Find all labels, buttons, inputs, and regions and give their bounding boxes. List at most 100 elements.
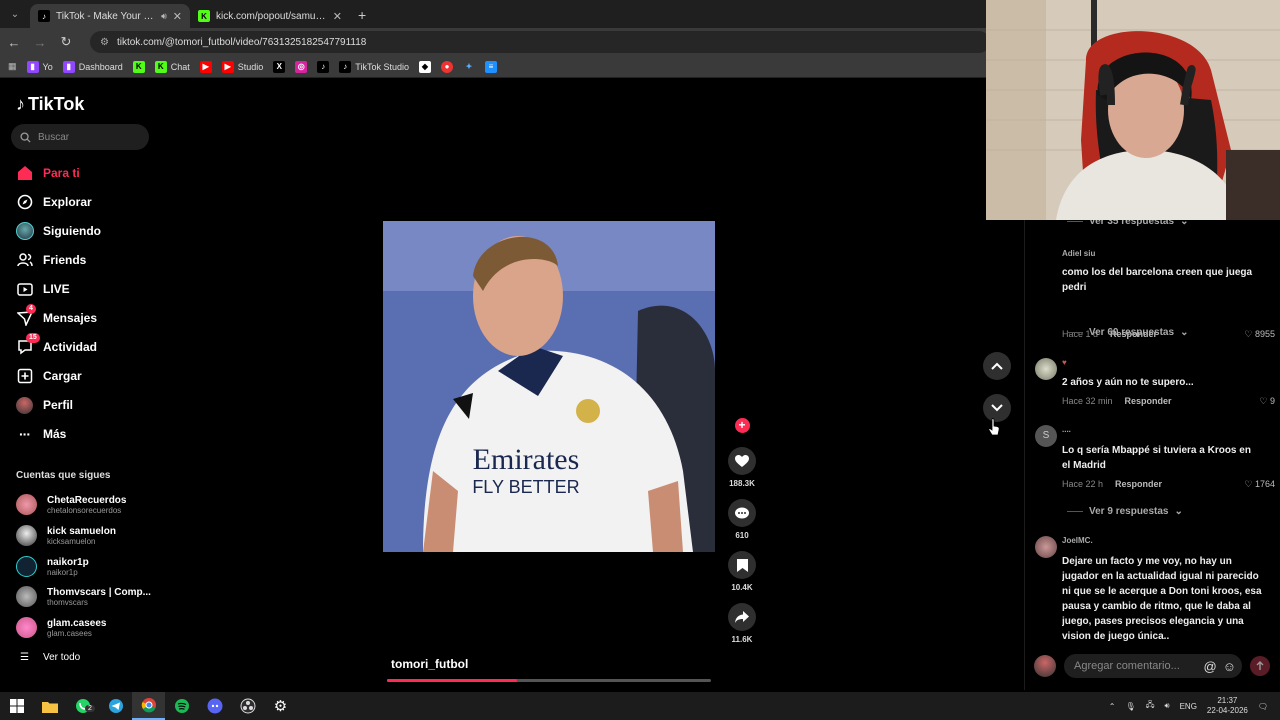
chevron-up-icon[interactable]: ⌃ [1109, 702, 1116, 711]
nav-siguiendo[interactable]: Siguiendo [15, 221, 101, 241]
spotify-button[interactable] [165, 692, 198, 720]
comment-username[interactable]: Adiel siu [1062, 249, 1095, 258]
share-button[interactable]: 11.6K [726, 603, 758, 644]
comment-like-count: 9 [1269, 396, 1275, 406]
see-all-link[interactable]: ☰ Ver todo [20, 652, 80, 663]
tiktok-logo[interactable]: ♪ TikTok [16, 94, 84, 115]
nav-cargar[interactable]: Cargar [16, 366, 82, 386]
bookmark-tiktok[interactable]: ♪ [317, 60, 330, 73]
reply-button[interactable]: Responder [1115, 479, 1162, 489]
apps-grid-icon[interactable]: ▦ [8, 61, 17, 72]
bookmark-ext-3[interactable]: ≡ [484, 60, 497, 73]
logo-text: TikTok [28, 94, 85, 114]
bookmark-studio[interactable]: ▶ Studio [221, 60, 263, 73]
extension-icon: ◆ [418, 60, 431, 73]
avatar[interactable]: S [1035, 425, 1057, 447]
volume-icon[interactable]: 🔊︎ [1165, 701, 1170, 711]
comment-username-emoji[interactable]: ♥ [1062, 358, 1067, 367]
bookmark-yo[interactable]: ▮ Yo [26, 60, 53, 73]
video-progress-bar[interactable] [387, 679, 711, 682]
whatsapp-button[interactable]: 2 [66, 692, 99, 720]
site-info-icon[interactable]: ⚙ [100, 37, 109, 48]
nav-mas[interactable]: ··· Más [16, 424, 66, 444]
back-icon[interactable]: ← [6, 35, 22, 50]
following-item[interactable]: Thomvscars | Comp... thomvscars [16, 586, 151, 607]
video-player[interactable]: Emirates FLY BETTER [383, 221, 715, 552]
obs-button[interactable] [231, 692, 264, 720]
nav-perfil[interactable]: Perfil [16, 395, 73, 415]
bookmark-youtube[interactable]: ▶ [199, 60, 212, 73]
file-explorer-button[interactable] [33, 692, 66, 720]
nav-para-ti[interactable]: Para ti [16, 163, 80, 183]
comment-username[interactable]: JoelMC. [1062, 536, 1093, 545]
notifications-icon[interactable]: 🗨︎ [1258, 702, 1268, 711]
bookmark-kick[interactable]: K [132, 60, 145, 73]
bookmark-gemini[interactable]: ✦ [463, 61, 475, 73]
comment-input[interactable]: Agregar comentario... @ ☺ [1064, 654, 1242, 678]
network-icon[interactable]: 🖧︎ [1146, 699, 1155, 713]
telegram-button[interactable] [99, 692, 132, 720]
comment-like[interactable]: ♡ 8955 [1244, 329, 1275, 340]
nav-actividad[interactable]: 15 Actividad [16, 332, 97, 357]
bookmark-ext-2[interactable]: ● [440, 60, 453, 73]
avatar[interactable] [1035, 358, 1057, 380]
share-icon [728, 603, 756, 631]
tab-search-button[interactable]: ⌄ [4, 4, 26, 24]
following-item[interactable]: kick samuelon kicksamuelon [16, 525, 116, 546]
close-tab-icon[interactable]: ✕ [173, 10, 182, 23]
reload-icon[interactable]: ↻ [58, 34, 74, 50]
avatar [16, 586, 37, 607]
following-username: naikor1p [47, 567, 78, 577]
view-replies-button[interactable]: Ver 9 respuestas ⌄ [1067, 506, 1183, 517]
settings-button[interactable]: ⚙ [264, 692, 297, 720]
close-tab-icon[interactable]: ✕ [333, 10, 342, 23]
avatar[interactable] [1035, 536, 1057, 558]
mention-icon[interactable]: @ [1204, 659, 1217, 674]
bookmark-x[interactable]: X [273, 60, 286, 73]
view-replies-button[interactable]: Ver 60 respuestas ⌄ [1067, 327, 1188, 338]
bookmark-chat[interactable]: K Chat [154, 60, 190, 73]
following-item[interactable]: ChetaRecuerdos chetalonsorecuerdos [16, 494, 126, 515]
comment-username[interactable]: .... [1062, 425, 1071, 434]
post-comment-button[interactable] [1250, 656, 1270, 676]
comment-like[interactable]: ♡ 9 [1259, 396, 1275, 407]
tab-kick-chat[interactable]: K kick.com/popout/samuelon/chat ✕ [190, 4, 350, 28]
search-input[interactable]: Buscar [11, 124, 149, 150]
language-indicator[interactable]: ENG [1180, 702, 1197, 711]
chrome-button[interactable] [132, 692, 165, 720]
tab-tiktok[interactable]: ♪ TikTok - Make Your Day 🔊︎ ✕ [30, 4, 190, 28]
comment-like-count: 8955 [1254, 329, 1275, 339]
nav-mensajes[interactable]: 4 Mensajes [16, 303, 97, 328]
emoji-icon[interactable]: ☺ [1223, 659, 1236, 674]
url-input[interactable]: ⚙ tiktok.com/@tomori_futbol/video/763132… [90, 31, 990, 53]
bookmark-dashboard[interactable]: ▮ Dashboard [62, 60, 123, 73]
discord-button[interactable] [198, 692, 231, 720]
avatar [16, 525, 37, 546]
reply-button[interactable]: Responder [1125, 396, 1172, 406]
audio-icon[interactable]: 🔊︎ [161, 11, 167, 22]
bookmark-ext-1[interactable]: ◆ [418, 60, 431, 73]
video-author[interactable]: tomori_futbol [391, 657, 468, 671]
comment-like[interactable]: ♡ 1764 [1244, 479, 1275, 490]
comment-button[interactable]: 610 [726, 499, 758, 540]
bookmark-instagram[interactable]: ◎ [295, 60, 308, 73]
nav-explorar[interactable]: Explorar [16, 192, 92, 212]
obs-icon [240, 698, 255, 714]
chevron-down-icon [991, 404, 1003, 412]
nav-live[interactable]: LIVE [16, 279, 70, 299]
microphone-icon[interactable]: 🎙︎ [1125, 702, 1135, 711]
clock[interactable]: 21:37 22-04-2026 [1207, 696, 1248, 716]
nav-friends[interactable]: Friends [16, 250, 86, 270]
save-button[interactable]: 10.4K [726, 551, 758, 592]
following-item[interactable]: naikor1p naikor1p [16, 556, 89, 577]
forward-icon[interactable]: → [32, 35, 48, 50]
following-item[interactable]: glam.casees glam.casees [16, 617, 107, 638]
new-tab-button[interactable]: + [358, 7, 366, 23]
arrow-up-icon [1256, 661, 1264, 670]
previous-video-button[interactable] [983, 352, 1011, 380]
follow-button[interactable]: + [726, 418, 758, 433]
bookmark-tiktok-studio[interactable]: ♪ TikTok Studio [339, 60, 409, 73]
like-button[interactable]: 188.3K [726, 447, 758, 488]
avatar [1034, 655, 1056, 677]
start-button[interactable] [0, 692, 33, 720]
